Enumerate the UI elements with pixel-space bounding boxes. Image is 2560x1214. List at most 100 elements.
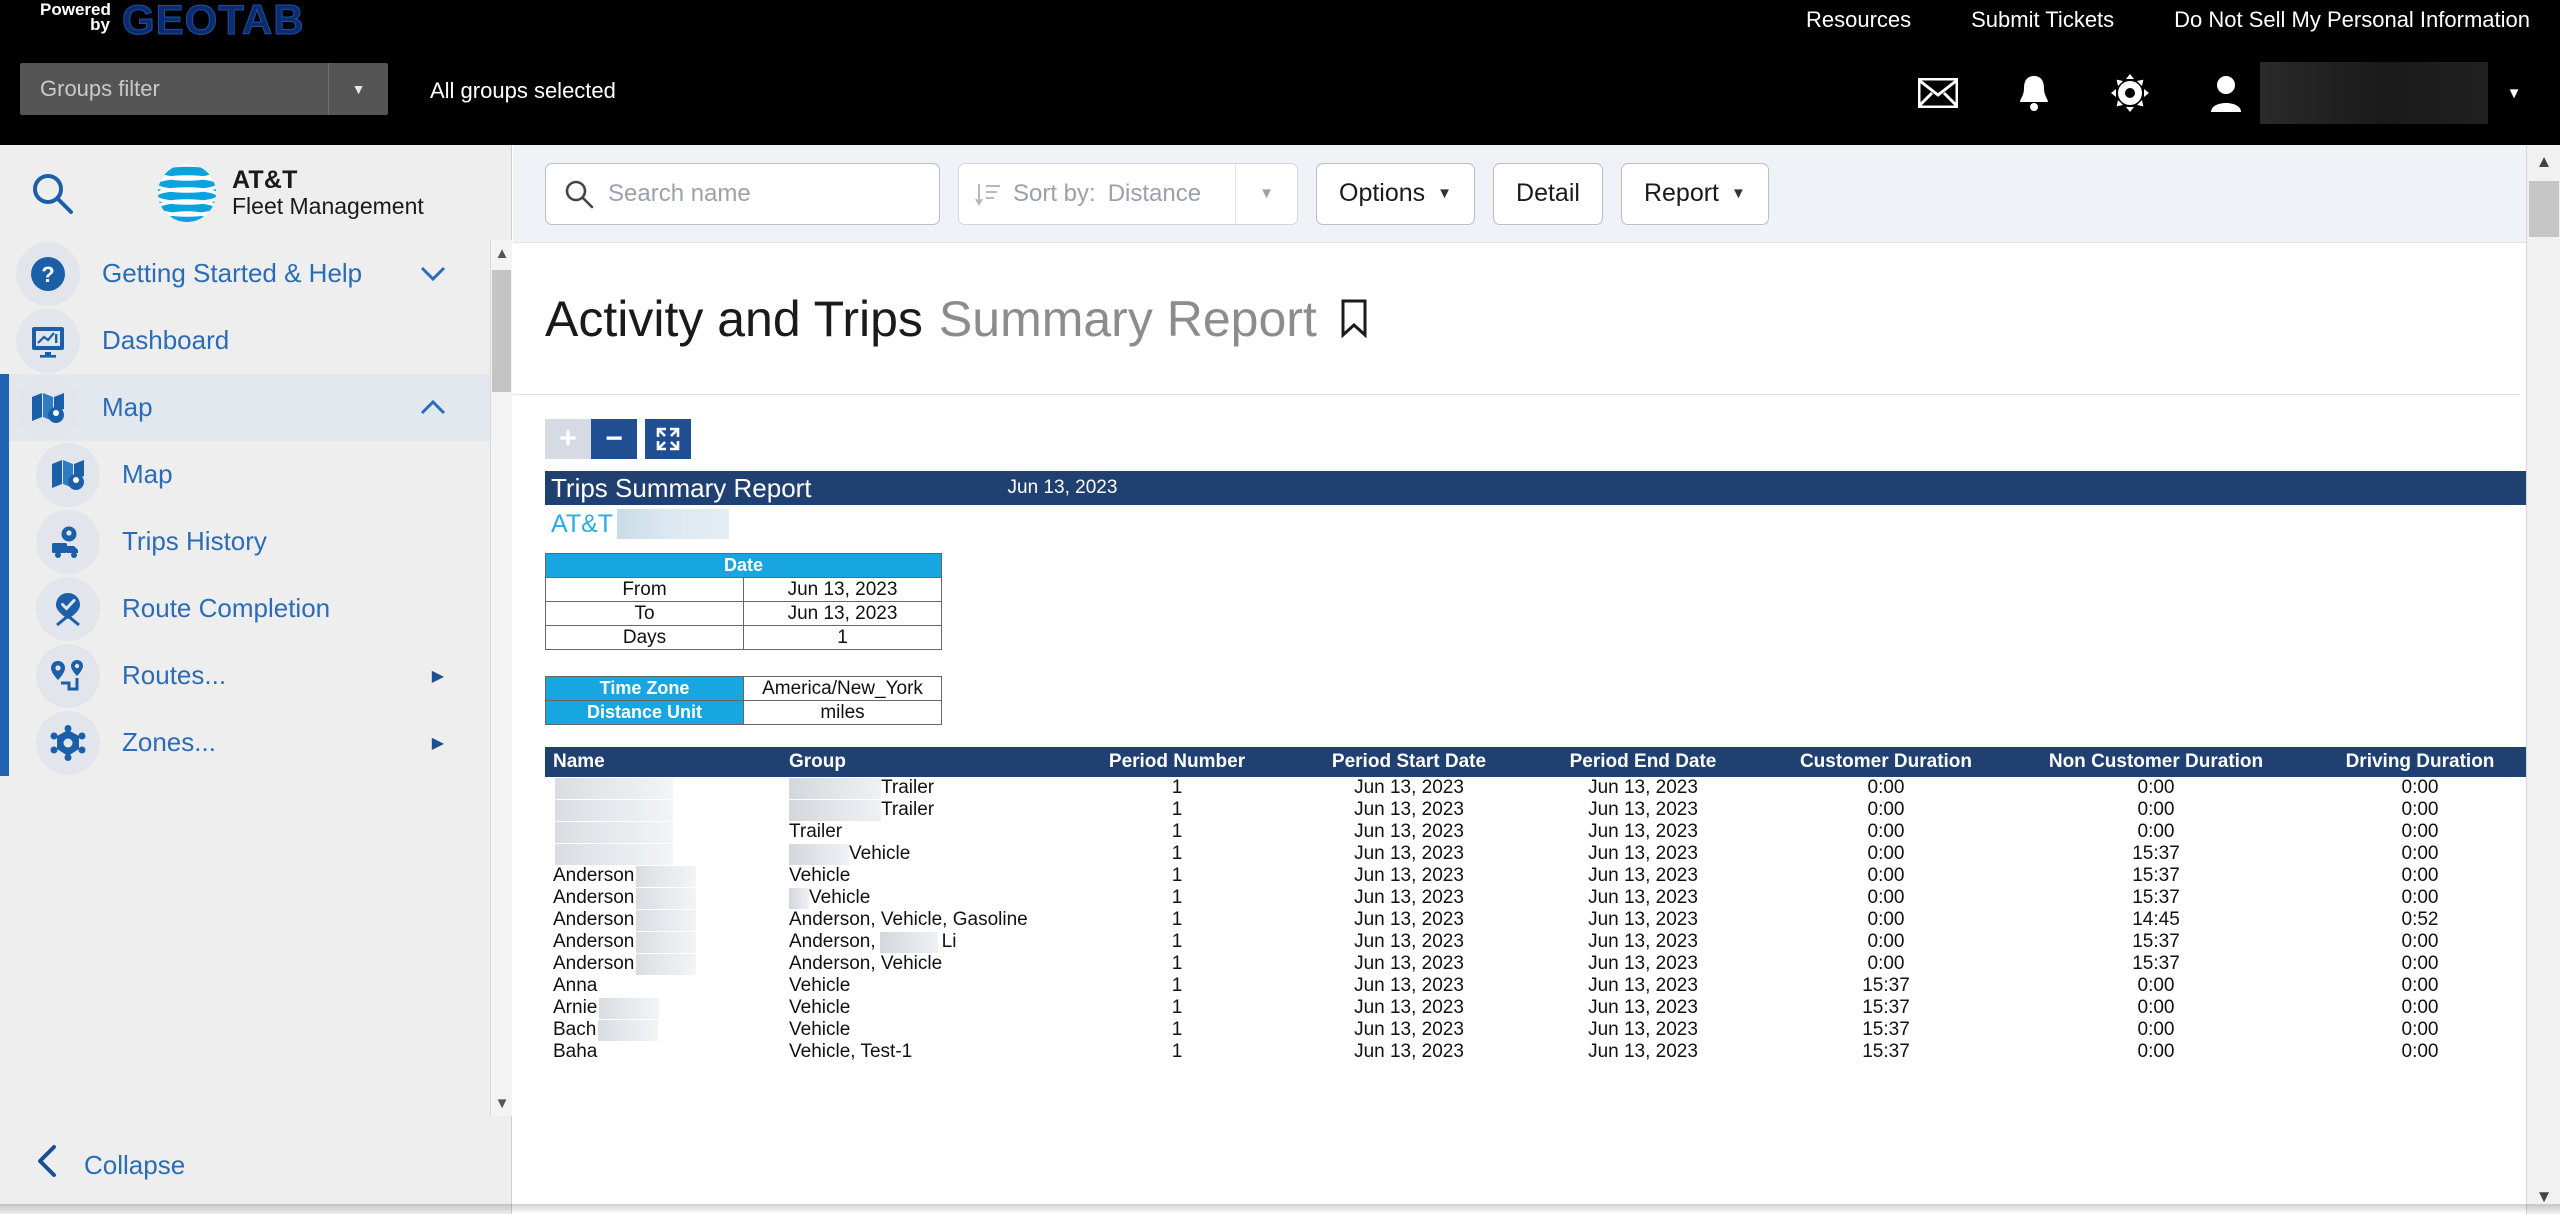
table-row[interactable]: Anderson Anderson, Vehicle, Gasoline 1 Jun …: [545, 909, 2541, 931]
cell-period-end-date: Jun 13, 2023: [1588, 931, 1698, 952]
zoom-in-button[interactable]: +: [545, 419, 591, 459]
redacted-block: [636, 953, 697, 975]
sort-by-dropdown[interactable]: Sort by: Distance ▼: [958, 162, 1298, 225]
cell-name: Anderson: [545, 865, 781, 887]
scroll-up-icon[interactable]: ▲: [2527, 145, 2560, 179]
chevron-down-icon[interactable]: ▼: [1235, 163, 1297, 224]
sidebar-item-route-completion[interactable]: Route Completion: [0, 575, 490, 642]
cell-period-end-date: Jun 13, 2023: [1588, 865, 1698, 886]
redacted-block: [599, 997, 660, 1019]
link-submit-tickets[interactable]: Submit Tickets: [1971, 7, 2114, 33]
cell-group-text: Vehicle: [789, 865, 851, 886]
col-period-end-date[interactable]: Period End Date: [1527, 747, 1759, 777]
att-brand-line2: Fleet Management: [232, 192, 424, 219]
chevron-right-icon[interactable]: ▶: [432, 733, 444, 753]
link-do-not-sell[interactable]: Do Not Sell My Personal Information: [2174, 7, 2530, 33]
cell-period-number: 1: [1171, 1019, 1183, 1040]
table-row[interactable]: Arnie Vehicle 1 Jun 13, 2023 Jun 13, 2023 15:…: [545, 997, 2541, 1019]
sidebar-item-routes[interactable]: Routes... ▶: [0, 642, 490, 709]
report-header-bar: Trips Summary Report Jun 13, 2023: [545, 471, 2541, 505]
sort-by-main[interactable]: Sort by: Distance: [959, 164, 1235, 224]
sidebar-item-trips-history[interactable]: Trips History: [0, 508, 490, 575]
table-row[interactable]: Anna Vehicle 1 Jun 13, 2023 Jun 13, 2023 15:3…: [545, 975, 2541, 997]
search-icon[interactable]: [16, 157, 88, 229]
chevron-up-icon[interactable]: [420, 399, 446, 416]
page-title-sub: Summary Report: [938, 290, 1317, 347]
user-menu-chevron-down-icon[interactable]: ▼: [2488, 85, 2540, 102]
cell-group-text: Vehicle, Test-1: [789, 1041, 913, 1062]
scroll-down-icon[interactable]: ▼: [491, 1090, 513, 1116]
col-period-number[interactable]: Period Number: [1063, 747, 1291, 777]
table-row: To Jun 13, 2023: [545, 601, 942, 626]
cell-period-end-date: Jun 13, 2023: [1588, 1041, 1698, 1062]
sidebar-item-map[interactable]: Map: [0, 441, 490, 508]
cell-period-number: 1: [1171, 777, 1183, 798]
date-days-label: Days: [545, 625, 744, 650]
cell-name: Anderson: [545, 931, 781, 953]
col-driving-duration[interactable]: Driving Duration: [2299, 747, 2541, 777]
search-input[interactable]: Search name: [545, 162, 940, 225]
table-row: Days 1: [545, 625, 942, 650]
redacted-block: [636, 865, 697, 887]
gear-icon[interactable]: [2082, 66, 2178, 120]
link-resources[interactable]: Resources: [1806, 7, 1911, 33]
powered-by-label: Powered by: [40, 1, 111, 33]
cell-customer-duration: 0:00: [1867, 865, 1905, 886]
redacted-block: [789, 777, 881, 799]
cell-non-customer-duration: 0:00: [2137, 975, 2175, 996]
cell-non-customer-duration: 15:37: [2132, 887, 2180, 908]
sidebar-item-map-group[interactable]: Map: [0, 374, 490, 441]
sidebar-scroll-thumb[interactable]: [492, 270, 511, 392]
detail-button[interactable]: Detail: [1493, 162, 1603, 225]
cell-customer-duration: 15:37: [1862, 1019, 1910, 1040]
cell-non-customer-duration: 0:00: [2137, 799, 2175, 820]
sidebar-scrollbar[interactable]: ▲ ▼: [490, 240, 512, 1116]
table-row[interactable]: Anderson Vehicle 1 Jun 13, 2023 Jun 13, 2023…: [545, 865, 2541, 887]
trips-table-body: Trailer 1 Jun 13, 2023 Jun 13, 2023 0:00 0:00…: [545, 777, 2541, 1063]
cell-non-customer-duration: 15:37: [2132, 843, 2180, 864]
col-name[interactable]: Name: [545, 747, 781, 777]
fit-to-screen-button[interactable]: [645, 419, 691, 459]
sidebar-item-zones[interactable]: Zones... ▶: [0, 709, 490, 776]
main-scrollbar[interactable]: ▲ ▼: [2526, 145, 2560, 1214]
redacted-block: [789, 799, 881, 821]
col-customer-duration[interactable]: Customer Duration: [1759, 747, 2013, 777]
table-row[interactable]: Baha Vehicle, Test-1 1 Jun 13, 2023 Jun 13, …: [545, 1041, 2541, 1063]
options-button[interactable]: Options ▼: [1316, 162, 1476, 225]
groups-filter-dropdown[interactable]: Groups filter ▼: [20, 63, 388, 115]
cell-period-start-date: Jun 13, 2023: [1354, 799, 1464, 820]
main-content: Search name Sort by: Distance ▼ Options …: [513, 145, 2560, 1214]
cell-group-text: Vehicle: [789, 1019, 851, 1040]
cell-name: [545, 777, 781, 799]
table-row[interactable]: Anderson Vehicle 1 Jun 13, 2023 Jun 13, 2023…: [545, 887, 2541, 909]
sidebar-item-dashboard[interactable]: Dashboard: [0, 307, 490, 374]
cell-group: Vehicle: [781, 865, 1063, 887]
scroll-up-icon[interactable]: ▲: [491, 240, 513, 266]
collapse-sidebar-button[interactable]: Collapse: [0, 1116, 490, 1214]
chevron-down-icon[interactable]: ▼: [328, 63, 388, 115]
sidebar-item-getting-started[interactable]: ? Getting Started & Help: [0, 240, 490, 307]
table-row[interactable]: Trailer 1 Jun 13, 2023 Jun 13, 2023 0:00 0:00…: [545, 821, 2541, 843]
cell-period-number: 1: [1171, 799, 1183, 820]
report-button[interactable]: Report ▼: [1620, 162, 1769, 225]
table-row[interactable]: Anderson Anderson, Vehicle 1 Jun 13, 2023 Ju…: [545, 953, 2541, 975]
redacted-block: [636, 931, 697, 953]
zoom-out-button[interactable]: −: [591, 419, 637, 459]
timezone-value: America/New_York: [743, 676, 942, 701]
chevron-right-icon[interactable]: ▶: [432, 666, 444, 686]
table-row[interactable]: Vehicle 1 Jun 13, 2023 Jun 13, 2023 0:00 15:3…: [545, 843, 2541, 865]
table-row[interactable]: Bach Vehicle 1 Jun 13, 2023 Jun 13, 2023 15:3…: [545, 1019, 2541, 1041]
col-period-start-date[interactable]: Period Start Date: [1291, 747, 1527, 777]
col-non-customer-duration[interactable]: Non Customer Duration: [2013, 747, 2299, 777]
table-row[interactable]: Anderson Anderson, Li 1 Jun 13, 2023 Jun 13, …: [545, 931, 2541, 953]
chevron-down-icon[interactable]: [420, 266, 446, 282]
bookmark-icon[interactable]: [1339, 299, 1369, 339]
groups-filter-label: Groups filter: [40, 76, 160, 101]
mail-icon[interactable]: [1890, 66, 1986, 120]
cell-customer-duration: 15:37: [1862, 975, 1910, 996]
main-scroll-thumb[interactable]: [2529, 181, 2559, 237]
col-group[interactable]: Group: [781, 747, 1063, 777]
table-row[interactable]: Trailer 1 Jun 13, 2023 Jun 13, 2023 0:00 0:00…: [545, 799, 2541, 821]
bell-icon[interactable]: [1986, 66, 2082, 120]
table-row[interactable]: Trailer 1 Jun 13, 2023 Jun 13, 2023 0:00 0:00…: [545, 777, 2541, 799]
